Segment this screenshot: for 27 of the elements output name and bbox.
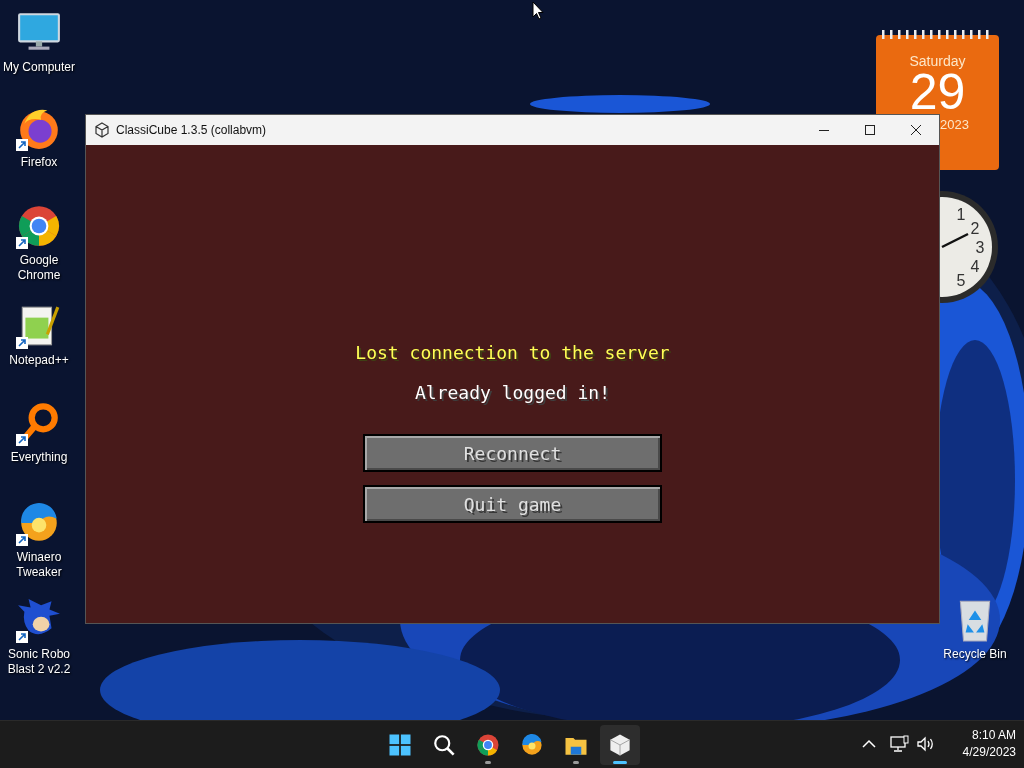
cube-icon: [94, 122, 110, 138]
icon-label[interactable]: Everything: [10, 450, 68, 465]
network-icon[interactable]: [890, 735, 910, 753]
icon-label[interactable]: Firefox: [20, 155, 58, 170]
maximize-icon: [864, 124, 876, 136]
taskbar-button[interactable]: [600, 725, 640, 765]
calendar-year: 2023: [940, 116, 969, 134]
icon-label[interactable]: Winaero Tweaker: [0, 550, 78, 580]
icon-label[interactable]: Recycle Bin: [943, 647, 1007, 662]
clock-date[interactable]: 4/29/2023: [962, 744, 1016, 761]
error-heading: Lost connection to the server: [355, 341, 670, 365]
clock-time[interactable]: 8:10 AM: [971, 727, 1016, 744]
calendar-weekday: Saturday: [909, 53, 966, 69]
menu-button[interactable]: Reconnect: [363, 434, 662, 472]
icon-label[interactable]: Notepad++: [9, 353, 69, 368]
caret-up-icon[interactable]: [862, 739, 876, 749]
volume-icon[interactable]: [916, 735, 936, 753]
close-icon: [910, 124, 922, 136]
error-message: Already logged in!: [414, 381, 611, 405]
menu-button[interactable]: Quit game: [363, 485, 662, 523]
icon-label[interactable]: Google Chrome: [0, 253, 78, 283]
calendar-day: 29: [909, 69, 966, 115]
window-title: ClassiCube 1.3.5 (collabvm): [116, 122, 267, 139]
pointer-icon: [532, 1, 544, 20]
icon-label[interactable]: My Computer: [3, 60, 75, 75]
chrome-icon[interactable]: [16, 203, 62, 249]
icon-label[interactable]: Sonic Robo Blast 2 v2.2: [0, 647, 78, 677]
